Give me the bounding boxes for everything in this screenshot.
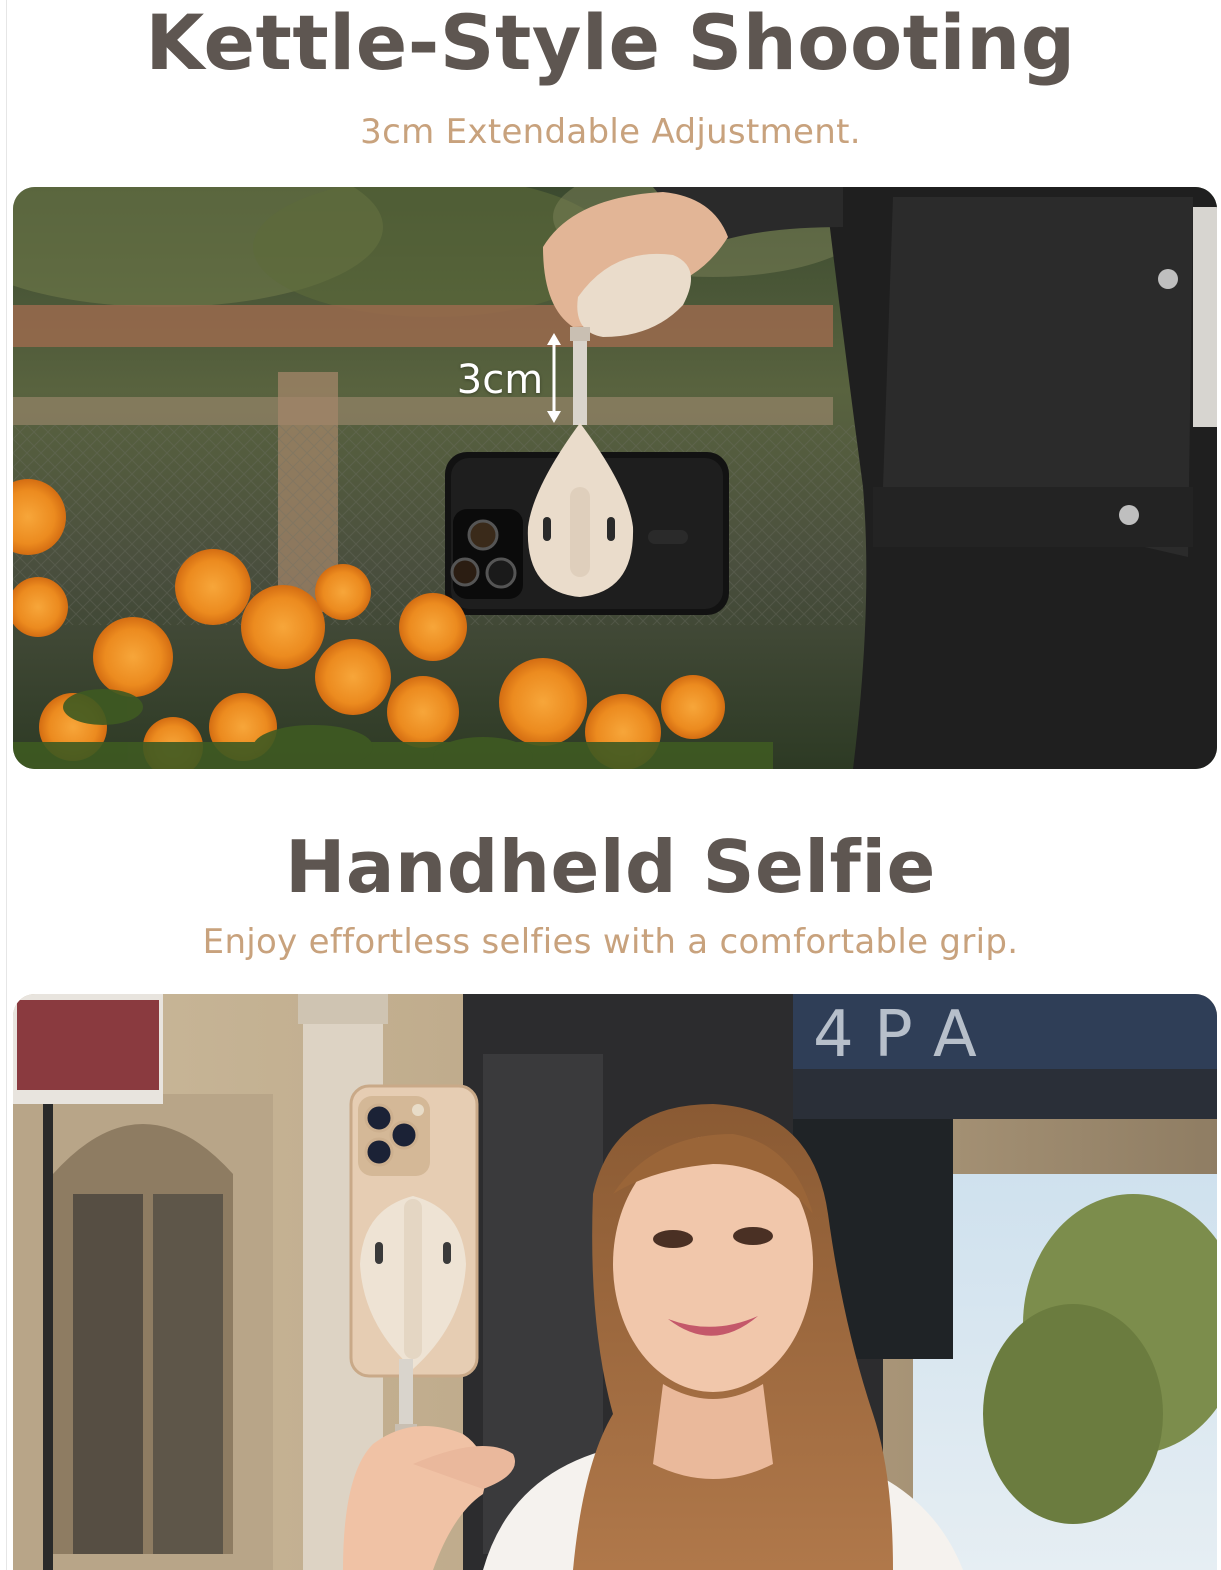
section-title-kettle: Kettle-Style Shooting xyxy=(145,0,1076,87)
overhead-sign-text: 4 P A xyxy=(813,998,977,1072)
measure-label-3cm: 3cm xyxy=(456,357,544,403)
page-edge-line xyxy=(6,0,7,1570)
section-title-selfie: Handheld Selfie xyxy=(285,825,936,909)
kettle-shooting-photo: 3cm xyxy=(13,187,1217,769)
section-subtitle-selfie: Enjoy effortless selfies with a comforta… xyxy=(202,922,1019,962)
section-subtitle-kettle: 3cm Extendable Adjustment. xyxy=(360,112,861,152)
handheld-selfie-photo: 4 P A xyxy=(13,994,1217,1570)
